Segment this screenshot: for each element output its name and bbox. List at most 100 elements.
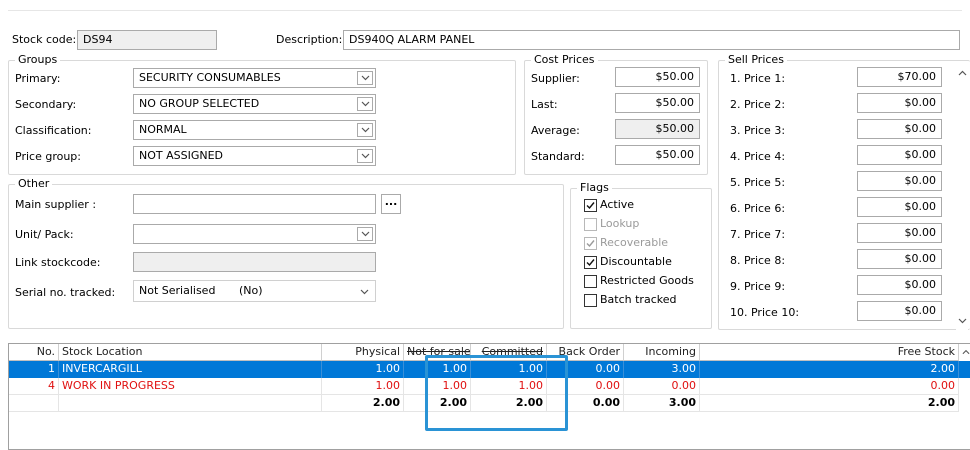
flag-checkbox[interactable] xyxy=(584,199,597,212)
link-stockcode-field[interactable] xyxy=(133,252,376,272)
column-header-committed[interactable]: Committed xyxy=(471,344,547,361)
table-row[interactable]: 1 INVERCARGILL 1.00 1.00 1.00 0.00 3.00 … xyxy=(9,361,970,378)
cell-not-for-sale: 1.00 xyxy=(404,361,471,378)
serial-tracked-label: Serial no. tracked: xyxy=(15,286,116,299)
flag-label: Restricted Goods xyxy=(600,274,694,287)
checkmark-icon xyxy=(586,202,595,210)
total-physical: 2.00 xyxy=(322,395,404,412)
secondary-dropdown[interactable]: NO GROUP SELECTED xyxy=(133,94,376,114)
sell-price-label: 9. Price 9: xyxy=(730,280,786,293)
total-free-stock: 2.00 xyxy=(700,395,959,412)
last-cost-label: Last: xyxy=(531,98,558,111)
column-header-physical[interactable]: Physical xyxy=(322,344,404,361)
sell-price-label: 1. Price 1: xyxy=(730,72,786,85)
cell-free-stock: 0.00 xyxy=(700,378,959,395)
serial-tracked-dropdown[interactable]: Not Serialised (No) xyxy=(133,280,376,302)
table-row[interactable]: 4 WORK IN PROGRESS 1.00 1.00 1.00 0.00 0… xyxy=(9,378,970,395)
link-stockcode-label: Link stockcode: xyxy=(15,256,101,269)
checkmark-icon xyxy=(586,240,595,248)
primary-value: SECURITY CONSUMABLES xyxy=(139,71,281,84)
main-supplier-field[interactable] xyxy=(133,194,376,214)
cell-committed: 1.00 xyxy=(471,361,547,378)
sell-price-field[interactable]: $0.00 xyxy=(857,145,942,165)
description-label: Description: xyxy=(276,33,343,46)
classification-dropdown[interactable]: NORMAL xyxy=(133,120,376,140)
stock-code-label: Stock code: xyxy=(12,33,77,46)
price-group-dropdown[interactable]: NOT ASSIGNED xyxy=(133,146,376,166)
cell-free-stock: 2.00 xyxy=(700,361,959,378)
sell-price-field[interactable]: $0.00 xyxy=(857,275,942,295)
flags-title: Flags xyxy=(577,181,612,195)
top-divider xyxy=(8,10,962,11)
serial-tracked-code: (No) xyxy=(239,284,263,297)
column-header-no[interactable]: No. xyxy=(9,344,59,361)
sell-price-label: 6. Price 6: xyxy=(730,202,786,215)
average-cost-label: Average: xyxy=(531,124,580,137)
classification-label: Classification: xyxy=(15,124,92,137)
chevron-up-icon[interactable] xyxy=(958,70,967,76)
column-header-free-stock[interactable]: Free Stock xyxy=(700,344,959,361)
cell-no: 1 xyxy=(9,361,59,378)
total-back-order: 0.00 xyxy=(547,395,624,412)
sell-price-field[interactable]: $0.00 xyxy=(857,223,942,243)
chevron-down-icon[interactable] xyxy=(958,318,967,324)
sell-price-label: 3. Price 3: xyxy=(730,124,786,137)
sell-price-label: 7. Price 7: xyxy=(730,228,786,241)
sell-price-field[interactable]: $70.00 xyxy=(857,67,942,87)
cell-location: INVERCARGILL xyxy=(59,361,322,378)
classification-value: NORMAL xyxy=(139,123,187,136)
stock-code-field[interactable]: DS94 xyxy=(77,30,217,50)
last-cost-field[interactable]: $50.00 xyxy=(615,93,700,113)
cell-location xyxy=(59,395,322,412)
flag-checkbox[interactable] xyxy=(584,237,597,250)
standard-cost-field[interactable]: $50.00 xyxy=(615,145,700,165)
cost-prices-title: Cost Prices xyxy=(531,53,598,67)
chevron-up-icon[interactable] xyxy=(962,349,970,355)
sell-price-label: 8. Price 8: xyxy=(730,254,786,267)
flag-label: Batch tracked xyxy=(600,293,677,306)
sell-price-field[interactable]: $0.00 xyxy=(857,197,942,217)
flag-label: Recoverable xyxy=(600,236,669,249)
chevron-down-icon[interactable] xyxy=(357,149,373,163)
column-header-back-order[interactable]: Back Order xyxy=(547,344,624,361)
primary-dropdown[interactable]: SECURITY CONSUMABLES xyxy=(133,68,376,88)
stock-location-grid: No. Stock Location Physical Not for sale… xyxy=(8,343,970,450)
unit-pack-label: Unit/ Pack: xyxy=(15,228,74,241)
chevron-down-icon[interactable] xyxy=(357,227,373,241)
average-cost-field[interactable]: $50.00 xyxy=(615,119,700,139)
sell-prices-scrollbar[interactable] xyxy=(956,62,968,330)
supplier-cost-label: Supplier: xyxy=(531,72,580,85)
total-committed: 2.00 xyxy=(471,395,547,412)
sell-price-field[interactable]: $0.00 xyxy=(857,119,942,139)
flag-checkbox[interactable] xyxy=(584,256,597,269)
main-supplier-label: Main supplier : xyxy=(15,198,97,211)
column-header-not-for-sale[interactable]: Not for sale xyxy=(404,344,471,361)
cell-back-order: 0.00 xyxy=(547,361,624,378)
checkmark-icon xyxy=(586,259,595,267)
primary-label: Primary: xyxy=(15,72,61,85)
chevron-down-icon[interactable] xyxy=(360,289,369,295)
chevron-down-icon[interactable] xyxy=(357,97,373,111)
sell-price-field[interactable]: $0.00 xyxy=(857,249,942,269)
serial-tracked-value: Not Serialised xyxy=(139,284,216,297)
flag-checkbox[interactable] xyxy=(584,275,597,288)
sell-price-field[interactable]: $0.00 xyxy=(857,93,942,113)
sell-price-field[interactable]: $0.00 xyxy=(857,301,942,321)
supplier-cost-field[interactable]: $50.00 xyxy=(615,67,700,87)
chevron-down-icon[interactable] xyxy=(357,123,373,137)
cell-no xyxy=(9,395,59,412)
sell-price-label: 10. Price 10: xyxy=(730,306,800,319)
grid-header: No. Stock Location Physical Not for sale… xyxy=(9,344,970,361)
browse-supplier-button[interactable]: ... xyxy=(381,194,401,214)
column-header-location[interactable]: Stock Location xyxy=(59,344,322,361)
sell-price-field[interactable]: $0.00 xyxy=(857,171,942,191)
chevron-down-icon[interactable] xyxy=(357,71,373,85)
secondary-label: Secondary: xyxy=(15,98,77,111)
column-header-incoming[interactable]: Incoming xyxy=(624,344,700,361)
flag-checkbox[interactable] xyxy=(584,294,597,307)
description-field[interactable]: DS940Q ALARM PANEL xyxy=(343,30,960,50)
sell-price-label: 2. Price 2: xyxy=(730,98,786,111)
flag-checkbox[interactable] xyxy=(584,218,597,231)
flag-label: Active xyxy=(600,198,635,211)
unit-pack-dropdown[interactable] xyxy=(133,224,376,244)
